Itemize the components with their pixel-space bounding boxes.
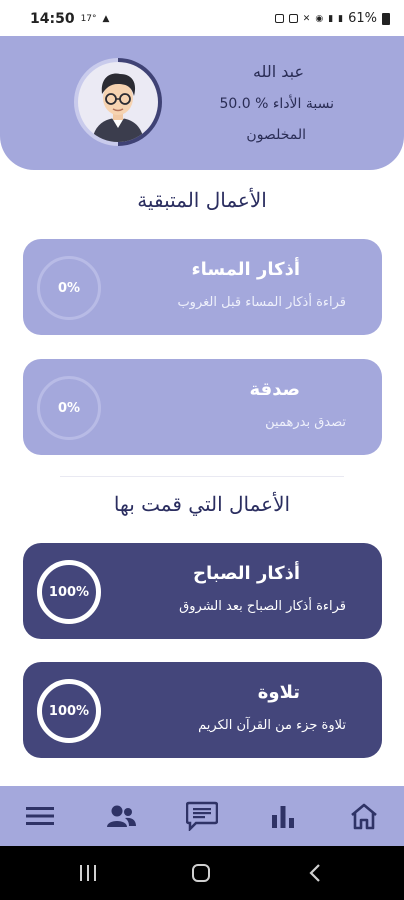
performance-score: نسبة الأداء % 50.0 <box>219 96 334 112</box>
home-icon[interactable] <box>344 798 384 834</box>
pending-section-title: الأعمال المتبقية <box>137 188 267 212</box>
signal-icon-2: ▮ <box>338 13 344 24</box>
task-subtitle: تلاوة جزء من القرآن الكريم <box>198 718 346 733</box>
task-subtitle: تصدق بدرهمين <box>265 415 346 430</box>
home-button-icon[interactable] <box>186 860 216 886</box>
chat-icon[interactable] <box>182 798 222 834</box>
task-progress-ring: 0% <box>37 376 101 440</box>
nfc-icon <box>288 14 298 23</box>
bar-chart-icon[interactable] <box>263 798 303 834</box>
task-progress-ring: 100% <box>37 679 101 743</box>
pending-task-card[interactable]: 0% صدقة تصدق بدرهمين <box>23 359 382 455</box>
task-progress-ring: 100% <box>37 560 101 624</box>
section-divider <box>60 476 344 477</box>
wifi-icon: ◉ <box>315 13 324 24</box>
mute-icon: ✕ <box>302 13 311 24</box>
task-subtitle: قراءة أذكار الصباح بعد الشروق <box>179 599 346 614</box>
people-icon[interactable] <box>101 798 141 834</box>
task-title: أذكار المساء <box>191 259 300 280</box>
done-task-card[interactable]: 100% تلاوة تلاوة جزء من القرآن الكريم <box>23 662 382 758</box>
menu-icon[interactable] <box>20 798 60 834</box>
back-icon[interactable] <box>300 860 330 886</box>
status-temperature: 17° <box>80 14 97 24</box>
status-bar: 14:50 17° ▲ ✕ ◉ ▮ ▮ 61% <box>0 0 404 36</box>
recent-apps-icon[interactable] <box>73 860 103 886</box>
performance-ring <box>74 58 162 146</box>
pending-task-card[interactable]: 0% أذكار المساء قراءة أذكار المساء قبل ا… <box>23 239 382 335</box>
system-nav-bar <box>0 846 404 900</box>
signal-icon: ▮ <box>328 13 334 24</box>
battery-icon <box>382 12 390 25</box>
task-subtitle: قراءة أذكار المساء قبل الغروب <box>177 295 346 310</box>
notification-icon: ▲ <box>102 14 110 24</box>
status-time: 14:50 <box>30 11 75 27</box>
battery-percent: 61% <box>348 11 377 26</box>
done-task-card[interactable]: 100% أذكار الصباح قراءة أذكار الصباح بعد… <box>23 543 382 639</box>
task-progress-ring: 0% <box>37 256 101 320</box>
avatar-illustration <box>92 73 144 142</box>
task-title: صدقة <box>249 379 301 400</box>
user-rank: المخلصون <box>246 127 306 143</box>
user-name: عبد الله <box>252 62 304 81</box>
done-section-title: الأعمال التي قمت بها <box>113 492 291 516</box>
profile-header: عبد الله نسبة الأداء % 50.0 المخلصون <box>0 36 404 170</box>
task-title: تلاوة <box>257 682 300 703</box>
task-title: أذكار الصباح <box>192 563 300 584</box>
bottom-nav <box>0 786 404 846</box>
alarm-icon <box>274 14 284 23</box>
avatar[interactable] <box>78 62 158 142</box>
